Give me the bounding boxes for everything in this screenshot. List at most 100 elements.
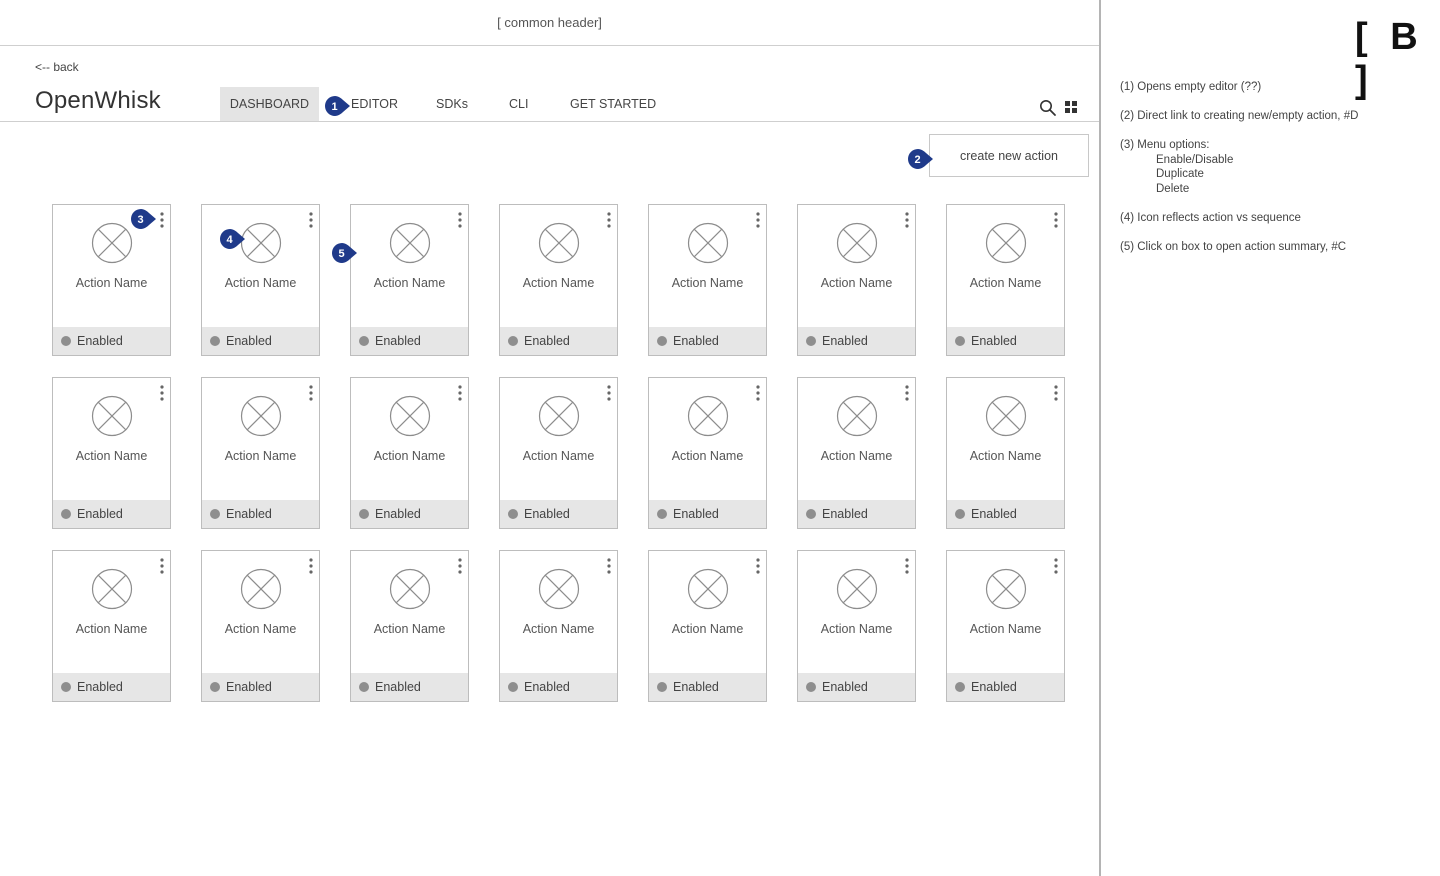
action-card[interactable]: Action Name Enabled bbox=[648, 377, 767, 529]
kebab-menu-icon[interactable] bbox=[456, 211, 464, 229]
annotation-badge-1: 1 bbox=[324, 95, 350, 117]
kebab-menu-icon[interactable] bbox=[754, 557, 762, 575]
action-type-icon bbox=[240, 395, 282, 437]
status-label: Enabled bbox=[375, 334, 421, 348]
svg-text:2: 2 bbox=[914, 154, 920, 166]
note-subitem: Enable/Disable bbox=[1156, 153, 1234, 166]
kebab-menu-icon[interactable] bbox=[158, 557, 166, 575]
action-card[interactable]: Action Name Enabled bbox=[201, 550, 320, 702]
action-card[interactable]: Action Name Enabled bbox=[52, 377, 171, 529]
common-header-label: [ common header] bbox=[497, 15, 602, 30]
action-name: Action Name bbox=[671, 276, 744, 290]
action-type-icon bbox=[240, 568, 282, 610]
tab-editor[interactable]: EDITOR bbox=[351, 87, 398, 122]
tab-get-started[interactable]: GET STARTED bbox=[570, 87, 656, 122]
action-cards-grid: Action Name Enabled Action Name Enabled Acti… bbox=[52, 204, 1065, 702]
action-type-icon bbox=[538, 222, 580, 264]
status-label: Enabled bbox=[822, 334, 868, 348]
action-name: Action Name bbox=[373, 622, 446, 636]
app-title: OpenWhisk bbox=[35, 87, 161, 114]
action-name: Action Name bbox=[224, 449, 297, 463]
action-card[interactable]: Action Name Enabled bbox=[350, 377, 469, 529]
action-card[interactable]: Action Name Enabled bbox=[52, 550, 171, 702]
svg-text:5: 5 bbox=[338, 248, 344, 260]
annotation-note: (3) Menu options: Enable/Disable Duplicate… bbox=[1120, 138, 1430, 196]
tab-sdks[interactable]: SDKs bbox=[436, 87, 468, 122]
kebab-menu-icon[interactable] bbox=[456, 384, 464, 402]
kebab-menu-icon[interactable] bbox=[307, 384, 315, 402]
kebab-menu-icon[interactable] bbox=[307, 557, 315, 575]
action-name: Action Name bbox=[373, 276, 446, 290]
action-card[interactable]: Action Name Enabled bbox=[499, 204, 618, 356]
status-label: Enabled bbox=[226, 507, 272, 521]
kebab-menu-icon[interactable] bbox=[1052, 557, 1060, 575]
status-label: Enabled bbox=[971, 507, 1017, 521]
kebab-menu-icon[interactable] bbox=[754, 384, 762, 402]
kebab-menu-icon[interactable] bbox=[903, 557, 911, 575]
note-subitem: Duplicate bbox=[1156, 168, 1204, 180]
status-label: Enabled bbox=[77, 680, 123, 694]
action-card[interactable]: Action Name Enabled bbox=[499, 550, 618, 702]
card-status-bar: Enabled bbox=[947, 500, 1064, 528]
create-new-action-button[interactable]: create new action bbox=[929, 134, 1089, 177]
status-dot-icon bbox=[359, 509, 369, 519]
status-dot-icon bbox=[806, 336, 816, 346]
status-label: Enabled bbox=[971, 680, 1017, 694]
kebab-menu-icon[interactable] bbox=[754, 211, 762, 229]
action-card[interactable]: Action Name Enabled bbox=[797, 204, 916, 356]
kebab-menu-icon[interactable] bbox=[158, 211, 166, 229]
status-label: Enabled bbox=[77, 507, 123, 521]
action-name: Action Name bbox=[820, 622, 893, 636]
card-status-bar: Enabled bbox=[202, 500, 319, 528]
kebab-menu-icon[interactable] bbox=[307, 211, 315, 229]
action-type-icon bbox=[538, 395, 580, 437]
annotation-badge-2: 2 bbox=[907, 148, 933, 170]
status-dot-icon bbox=[657, 682, 667, 692]
kebab-menu-icon[interactable] bbox=[605, 557, 613, 575]
tab-dashboard[interactable]: DASHBOARD bbox=[220, 87, 319, 122]
status-dot-icon bbox=[508, 509, 518, 519]
action-card[interactable]: Action Name Enabled bbox=[946, 204, 1065, 356]
action-card[interactable]: Action Name Enabled bbox=[201, 204, 320, 356]
kebab-menu-icon[interactable] bbox=[903, 211, 911, 229]
kebab-menu-icon[interactable] bbox=[158, 384, 166, 402]
action-type-icon bbox=[985, 395, 1027, 437]
kebab-menu-icon[interactable] bbox=[456, 557, 464, 575]
action-card[interactable]: Action Name Enabled bbox=[201, 377, 320, 529]
action-card[interactable]: Action Name Enabled bbox=[350, 550, 469, 702]
action-card[interactable]: Action Name Enabled bbox=[648, 550, 767, 702]
annotation-note: (4) Icon reflects action vs sequence bbox=[1120, 211, 1430, 226]
search-icon[interactable] bbox=[1039, 99, 1057, 117]
card-status-bar: Enabled bbox=[649, 673, 766, 701]
card-status-bar: Enabled bbox=[798, 673, 915, 701]
kebab-menu-icon[interactable] bbox=[903, 384, 911, 402]
action-card[interactable]: Action Name Enabled bbox=[946, 377, 1065, 529]
card-status-bar: Enabled bbox=[53, 327, 170, 355]
note-text: (2) Direct link to creating new/empty ac… bbox=[1120, 110, 1359, 122]
action-card[interactable]: Action Name Enabled bbox=[797, 550, 916, 702]
kebab-menu-icon[interactable] bbox=[1052, 384, 1060, 402]
action-type-icon bbox=[836, 222, 878, 264]
action-type-icon bbox=[836, 568, 878, 610]
tab-cli[interactable]: CLI bbox=[509, 87, 528, 122]
action-name: Action Name bbox=[373, 449, 446, 463]
action-card[interactable]: Action Name Enabled bbox=[350, 204, 469, 356]
back-link[interactable]: <-- back bbox=[35, 60, 79, 74]
status-label: Enabled bbox=[673, 334, 719, 348]
card-status-bar: Enabled bbox=[53, 673, 170, 701]
kebab-menu-icon[interactable] bbox=[605, 384, 613, 402]
kebab-menu-icon[interactable] bbox=[1052, 211, 1060, 229]
action-name: Action Name bbox=[522, 622, 595, 636]
kebab-menu-icon[interactable] bbox=[605, 211, 613, 229]
action-name: Action Name bbox=[820, 276, 893, 290]
note-text: (1) Opens empty editor (??) bbox=[1120, 81, 1262, 93]
card-status-bar: Enabled bbox=[351, 327, 468, 355]
action-card[interactable]: Action Name Enabled bbox=[797, 377, 916, 529]
status-dot-icon bbox=[61, 336, 71, 346]
action-card[interactable]: Action Name Enabled bbox=[499, 377, 618, 529]
card-status-bar: Enabled bbox=[947, 673, 1064, 701]
action-card[interactable]: Action Name Enabled bbox=[946, 550, 1065, 702]
note-text: (4) Icon reflects action vs sequence bbox=[1120, 211, 1301, 224]
action-card[interactable]: Action Name Enabled bbox=[648, 204, 767, 356]
grid-view-icon[interactable] bbox=[1065, 101, 1077, 113]
